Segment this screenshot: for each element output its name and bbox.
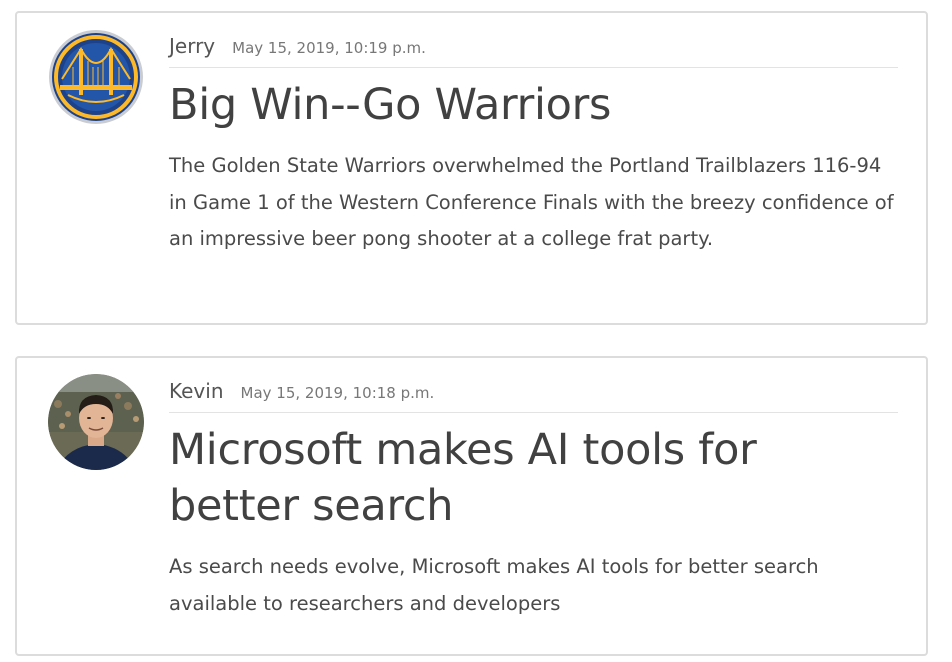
post-date: May 15, 2019, 10:18 p.m.	[240, 384, 435, 402]
author-name[interactable]: Jerry	[169, 34, 215, 58]
post-excerpt: The Golden State Warriors overwhelmed th…	[169, 154, 894, 250]
post-title[interactable]: Microsoft makes AI tools for better sear…	[169, 422, 898, 534]
post-feed: Jerry May 15, 2019, 10:19 p.m. Big Win--…	[0, 0, 952, 662]
post-card: Kevin May 15, 2019, 10:18 p.m. Microsoft…	[15, 356, 928, 656]
post-date: May 15, 2019, 10:19 p.m.	[232, 39, 426, 57]
post-card: Jerry May 15, 2019, 10:19 p.m. Big Win--…	[15, 11, 928, 325]
user-photo-icon[interactable]	[48, 374, 144, 470]
post-body: Jerry May 15, 2019, 10:19 p.m. Big Win--…	[169, 34, 898, 258]
warriors-logo-icon[interactable]	[48, 29, 144, 125]
author-name[interactable]: Kevin	[169, 379, 224, 403]
post-excerpt: As search needs evolve, Microsoft makes …	[169, 555, 819, 615]
post-title[interactable]: Big Win--Go Warriors	[169, 77, 898, 133]
post-meta: Kevin May 15, 2019, 10:18 p.m.	[169, 379, 898, 413]
post-body: Kevin May 15, 2019, 10:18 p.m. Microsoft…	[169, 379, 898, 622]
post-meta: Jerry May 15, 2019, 10:19 p.m.	[169, 34, 898, 68]
